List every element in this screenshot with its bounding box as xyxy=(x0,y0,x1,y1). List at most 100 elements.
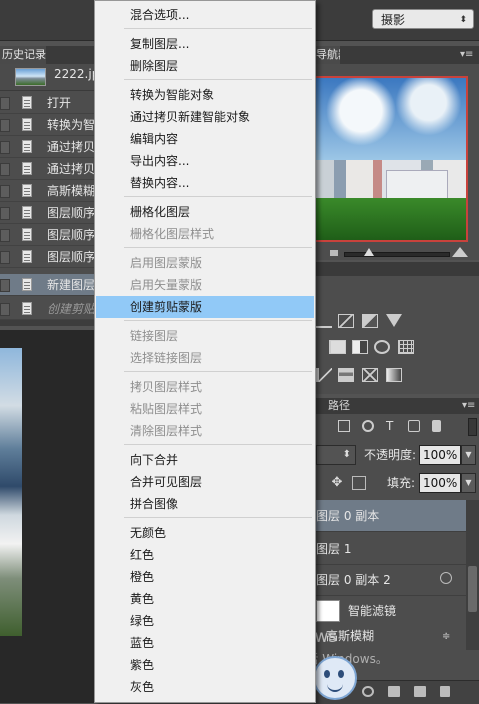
assistant-mascot-icon[interactable] xyxy=(313,656,357,700)
vibrance-icon[interactable] xyxy=(386,314,402,327)
channel-mixer-icon[interactable] xyxy=(398,340,414,354)
context-menu-item[interactable]: 蓝色 xyxy=(96,632,314,654)
history-source-checkbox[interactable] xyxy=(0,229,10,242)
panel-menu-icon[interactable]: ▾≡ xyxy=(460,49,474,61)
exposure-icon[interactable] xyxy=(362,314,378,328)
filter-smart-object-icon[interactable] xyxy=(432,420,441,432)
invert-icon[interactable] xyxy=(316,368,332,382)
filter-pixel-icon[interactable] xyxy=(338,420,350,432)
context-menu-item[interactable]: 导出内容... xyxy=(96,150,314,172)
context-menu-item[interactable]: 编辑内容 xyxy=(96,128,314,150)
context-menu-item[interactable]: 紫色 xyxy=(96,654,314,676)
fill-label: 填充: xyxy=(387,476,416,490)
history-step-label: 高斯模糊 xyxy=(47,184,96,198)
zoom-out-icon[interactable] xyxy=(330,250,338,256)
panel-menu-icon[interactable]: ▾≡ xyxy=(462,400,475,412)
history-step[interactable]: 通过拷贝 xyxy=(0,136,95,158)
history-source-checkbox[interactable] xyxy=(0,163,10,176)
curves-icon[interactable] xyxy=(338,314,354,328)
history-step[interactable]: 通过拷贝 xyxy=(0,158,96,180)
opacity-label: 不透明度: xyxy=(364,448,417,462)
context-menu-item: 链接图层 xyxy=(130,329,179,343)
black-white-icon[interactable] xyxy=(352,340,368,354)
context-menu-item[interactable]: 合并可见图层 xyxy=(96,471,314,493)
history-source-checkbox[interactable] xyxy=(0,303,10,316)
filter-shape-icon[interactable] xyxy=(408,420,420,432)
navigator-preview[interactable] xyxy=(314,76,468,242)
context-menu-item[interactable]: 转换为智能对象 xyxy=(96,84,314,106)
fill-input[interactable]: 100% xyxy=(419,473,461,493)
context-menu-item[interactable]: 混合选项... xyxy=(96,4,314,26)
context-menu-item[interactable]: 无颜色 xyxy=(96,522,314,544)
history-step[interactable]: 高斯模糊 xyxy=(0,180,96,202)
context-menu-item[interactable]: 创建剪贴蒙版 xyxy=(96,296,314,318)
context-menu-item[interactable]: 红色 xyxy=(96,544,314,566)
history-step[interactable]: 图层顺序 xyxy=(0,224,95,246)
zoom-slider[interactable] xyxy=(344,252,450,257)
layer-row[interactable]: 图层 1 xyxy=(314,533,466,565)
canvas-image xyxy=(0,348,22,636)
menu-separator xyxy=(124,371,312,372)
menu-separator xyxy=(124,79,312,80)
context-menu-item[interactable]: 向下合并 xyxy=(96,449,314,471)
zoom-slider-handle[interactable] xyxy=(364,248,374,256)
history-source-checkbox[interactable] xyxy=(0,97,10,110)
layers-scrollbar-thumb[interactable] xyxy=(468,566,477,612)
context-menu-item: 清除图层样式 xyxy=(130,424,203,438)
context-menu-item[interactable]: 拼合图像 xyxy=(96,493,314,515)
context-menu-item[interactable]: 橙色 xyxy=(96,566,314,588)
new-layer-icon[interactable] xyxy=(414,686,426,697)
history-step[interactable]: 图层顺序 xyxy=(0,246,95,268)
history-step[interactable]: 打开 xyxy=(0,92,94,114)
opacity-dropdown-button[interactable]: ▼ xyxy=(461,445,476,465)
history-step[interactable]: 转换为智 xyxy=(0,114,95,136)
new-group-icon[interactable] xyxy=(388,686,400,697)
context-menu-item[interactable]: 替换内容... xyxy=(96,172,314,194)
color-balance-icon[interactable] xyxy=(330,340,346,354)
history-step[interactable]: 新建图层 xyxy=(0,274,96,296)
context-menu-item[interactable]: 绿色 xyxy=(96,610,314,632)
history-source-checkbox[interactable] xyxy=(0,119,10,132)
filter-toggle-switch[interactable] xyxy=(468,418,477,436)
tab-navigator[interactable]: 导航器 xyxy=(314,46,340,64)
blend-mode-select[interactable]: ⬍ xyxy=(316,445,356,465)
filter-blending-options-icon[interactable]: ≑ xyxy=(442,632,454,642)
smart-filter-mask-thumbnail[interactable] xyxy=(316,600,340,622)
gradient-map-icon[interactable] xyxy=(386,368,402,382)
history-source-checkbox[interactable] xyxy=(0,251,10,264)
context-menu-item[interactable]: 复制图层... xyxy=(96,33,314,55)
lock-position-icon[interactable]: ✥ xyxy=(330,476,344,490)
delete-layer-icon[interactable] xyxy=(440,686,450,697)
history-source-checkbox[interactable] xyxy=(0,141,10,154)
tab-paths[interactable]: 路径 xyxy=(318,398,358,414)
photo-filter-icon[interactable] xyxy=(374,340,390,354)
context-menu-item[interactable]: 栅格化图层 xyxy=(96,201,314,223)
filter-adjustment-icon[interactable] xyxy=(362,420,374,432)
context-menu-item[interactable]: 灰色 xyxy=(96,676,314,698)
context-menu-item[interactable]: 通过拷贝新建智能对象 xyxy=(96,106,314,128)
history-step-label: 新建图层 xyxy=(47,278,96,292)
context-menu-item[interactable]: 黄色 xyxy=(96,588,314,610)
adjustment-layer-icon[interactable] xyxy=(362,686,374,697)
fill-dropdown-button[interactable]: ▼ xyxy=(461,473,476,493)
posterize-icon[interactable] xyxy=(338,368,354,382)
history-source-checkbox[interactable] xyxy=(0,279,10,292)
lock-all-icon[interactable] xyxy=(352,476,366,490)
layer-row[interactable]: 图层 0 副本 xyxy=(314,500,466,532)
history-source-checkbox[interactable] xyxy=(0,207,10,220)
filter-type-icon[interactable]: T xyxy=(386,420,398,432)
context-menu-item[interactable]: 删除图层 xyxy=(96,55,314,77)
history-state-icon xyxy=(22,250,32,263)
tab-history[interactable]: 历史记录 xyxy=(0,46,46,64)
history-step-label: 通过拷贝 xyxy=(47,162,96,176)
smart-filters-label[interactable]: 智能滤镜 xyxy=(348,600,396,622)
history-source-checkbox[interactable] xyxy=(0,185,10,198)
zoom-in-icon[interactable] xyxy=(452,247,468,257)
threshold-icon[interactable] xyxy=(362,368,378,382)
levels-icon[interactable] xyxy=(316,314,332,328)
history-state-icon xyxy=(22,302,32,315)
opacity-input[interactable]: 100% xyxy=(419,445,461,465)
workspace-select[interactable]: 摄影 ⬍ xyxy=(372,9,474,29)
history-step[interactable]: 创建剪贴 xyxy=(0,298,95,320)
history-step[interactable]: 图层顺序 xyxy=(0,202,95,224)
